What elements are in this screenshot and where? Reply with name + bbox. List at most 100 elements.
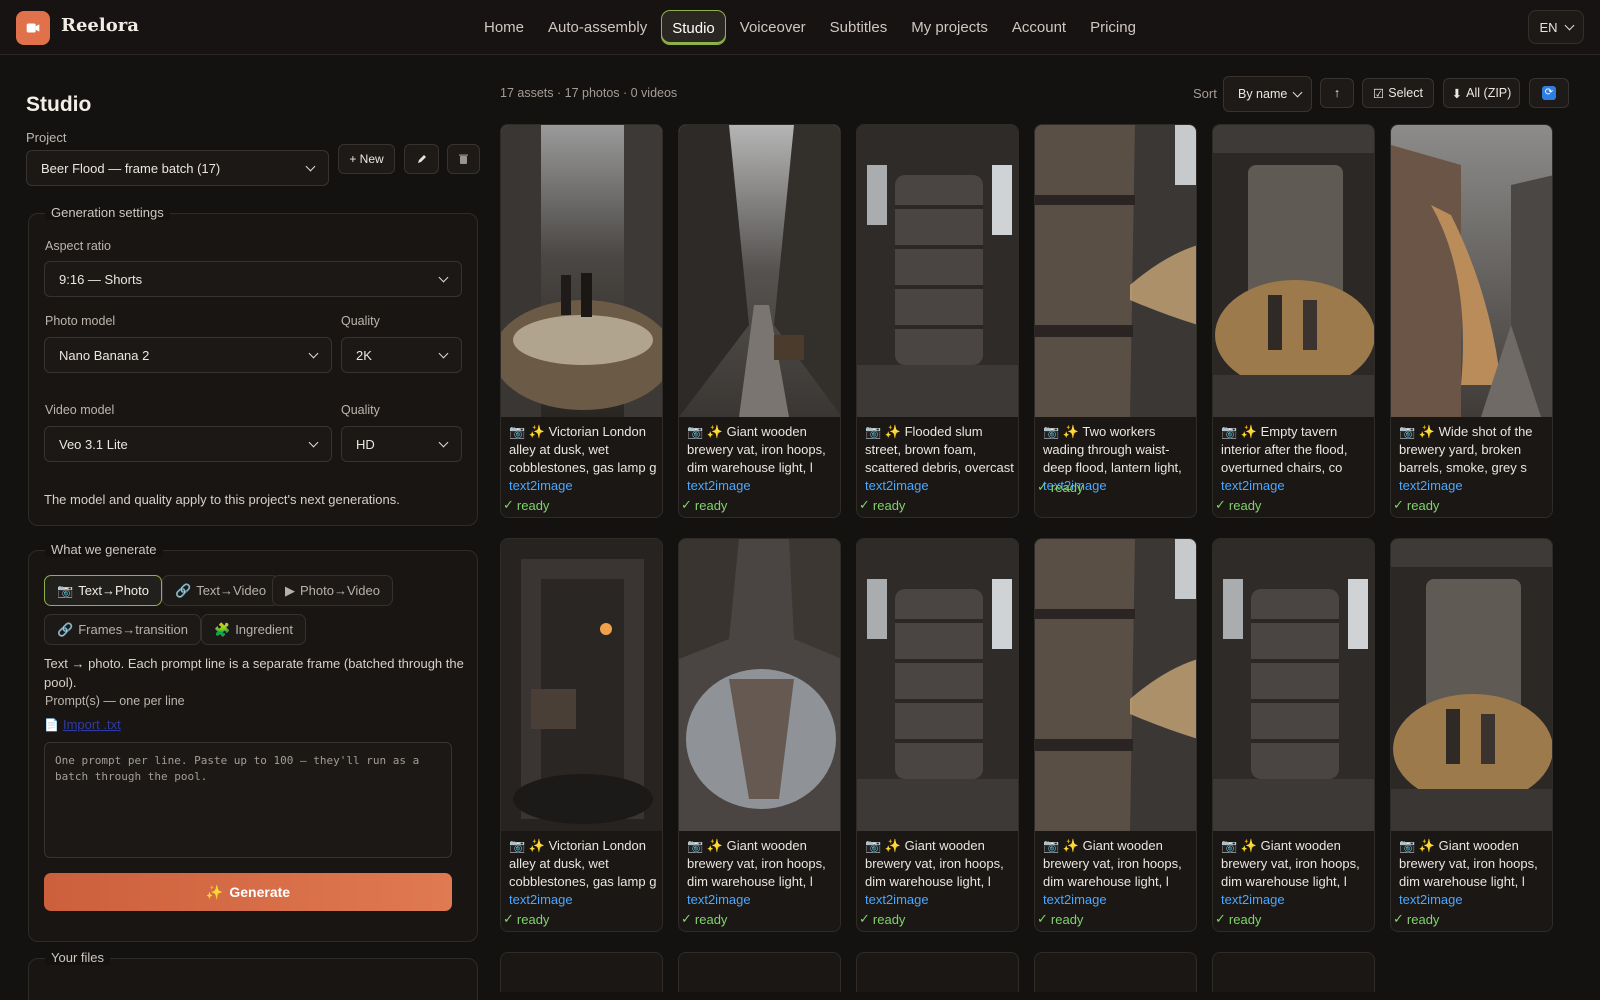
refresh-button[interactable]: ⟳ [1529, 78, 1569, 108]
asset-thumbnail[interactable] [679, 125, 840, 417]
mode-text-to-video[interactable]: 🔗 Text→Video [162, 575, 280, 606]
photo-quality-label: Quality [341, 314, 380, 328]
asset-card[interactable] [678, 952, 841, 992]
sort-value: By name [1238, 87, 1288, 101]
nav-account[interactable]: Account [1002, 10, 1076, 45]
asset-status: ✓ ready [681, 497, 727, 513]
asset-card[interactable]: 📷 ✨ Giant wooden brewery vat, iron hoops… [856, 538, 1019, 932]
asset-thumbnail[interactable] [501, 539, 662, 831]
asset-caption-text: 📷 ✨ Flooded slum street, brown foam, sca… [865, 424, 1014, 475]
select-button[interactable]: ☑ Select [1362, 78, 1434, 108]
nav-studio[interactable]: Studio [661, 10, 726, 45]
link-icon: 🔗 [57, 621, 74, 637]
sort-select[interactable]: By name [1223, 76, 1312, 112]
import-txt[interactable]: 📄 Import .txt [44, 717, 121, 732]
language-select[interactable]: EN [1528, 10, 1584, 44]
photo-model-select[interactable]: Nano Banana 2 [44, 337, 332, 373]
nav-auto-assembly[interactable]: Auto-assembly [538, 10, 657, 45]
asset-card[interactable]: 📷 ✨ Victorian London alley at dusk, wet … [500, 538, 663, 932]
asset-thumbnail[interactable] [857, 125, 1018, 417]
asset-card[interactable] [1212, 952, 1375, 992]
nav-pricing[interactable]: Pricing [1080, 10, 1146, 45]
video-model-label: Video model [45, 403, 115, 417]
mode-label: Text→Video [196, 583, 267, 598]
asset-caption-text: 📷 ✨ Two workers wading through waist-dee… [1043, 424, 1182, 475]
assets-panel: 17 assets · 17 photos · 0 videos Sort By… [500, 56, 1600, 1000]
mode-text-to-photo[interactable]: 📷 Text→Photo [44, 575, 163, 606]
prompt-input[interactable]: One prompt per line. Paste up to 100 — t… [44, 742, 452, 858]
rename-project-button[interactable] [404, 144, 439, 174]
asset-status: ✓ ready [681, 911, 727, 927]
asset-caption-text: 📷 ✨ Giant wooden brewery vat, iron hoops… [865, 838, 1004, 889]
asset-thumbnail[interactable] [1391, 539, 1552, 831]
asset-tag: text2image [687, 892, 751, 907]
asset-caption: 📷 ✨ Giant wooden brewery vat, iron hoops… [1043, 837, 1192, 909]
download-zip-button[interactable]: ⬇ All (ZIP) [1443, 78, 1520, 108]
brand-name[interactable]: Reelora [61, 15, 139, 36]
download-icon: ⬇ [1451, 86, 1463, 101]
asset-thumbnail[interactable] [1213, 125, 1374, 417]
nav-voiceover[interactable]: Voiceover [730, 10, 816, 45]
asset-card[interactable]: 📷 ✨ Empty tavern interior after the floo… [1212, 124, 1375, 518]
asset-tag: text2image [865, 478, 929, 493]
asset-card[interactable]: 📷 ✨ Giant wooden brewery vat, iron hoops… [678, 124, 841, 518]
check-icon: ✓ [503, 497, 514, 512]
what-we-generate-legend: What we generate [45, 542, 163, 557]
asset-card[interactable]: 📷 ✨ Flooded slum street, brown foam, sca… [856, 124, 1019, 518]
logo-icon[interactable] [16, 11, 50, 45]
asset-status-text: ready [1050, 479, 1084, 495]
asset-card[interactable]: 📷 ✨ Two workers wading through waist-dee… [1034, 124, 1197, 518]
asset-caption: 📷 ✨ Giant wooden brewery vat, iron hoops… [1399, 837, 1548, 909]
asset-thumbnail[interactable] [1035, 539, 1196, 831]
asset-thumbnail[interactable] [501, 125, 662, 417]
mode-label: Frames→transition [78, 622, 188, 637]
arrow-up-icon: ↑ [1333, 86, 1341, 100]
mode-frames-transition[interactable]: 🔗 Frames→transition [44, 614, 201, 645]
asset-thumbnail[interactable] [857, 539, 1018, 831]
asset-thumbnail[interactable] [1391, 125, 1552, 417]
asset-card[interactable]: 📷 ✨ Victorian London alley at dusk, wet … [500, 124, 663, 518]
delete-project-button[interactable] [447, 144, 480, 174]
video-model-select[interactable]: Veo 3.1 Lite [44, 426, 332, 462]
photo-quality-select[interactable]: 2K [341, 337, 462, 373]
asset-card[interactable] [856, 952, 1019, 992]
asset-status-text: ready [694, 497, 728, 513]
asset-card[interactable]: 📷 ✨ Giant wooden brewery vat, iron hoops… [1034, 538, 1197, 932]
mode-photo-to-video[interactable]: ▶ Photo→Video [272, 575, 393, 606]
asset-status: ✓ ready [1037, 911, 1083, 927]
asset-thumbnail[interactable] [1035, 125, 1196, 417]
video-quality-select[interactable]: HD [341, 426, 462, 462]
check-icon: ✓ [1393, 497, 1404, 512]
asset-card[interactable]: 📷 ✨ Giant wooden brewery vat, iron hoops… [678, 538, 841, 932]
asset-caption: 📷 ✨ Giant wooden brewery vat, iron hoops… [687, 837, 836, 909]
generate-button[interactable]: ✨ Generate [44, 873, 452, 911]
mode-ingredient[interactable]: 🧩 Ingredient [201, 614, 307, 645]
asset-caption: 📷 ✨ Giant wooden brewery vat, iron hoops… [865, 837, 1014, 909]
asset-status: ✓ ready [859, 911, 905, 927]
select-button-label: Select [1388, 86, 1423, 100]
import-txt-link[interactable]: Import .txt [63, 717, 121, 732]
nav-my-projects[interactable]: My projects [901, 10, 998, 45]
check-icon: ✓ [681, 497, 692, 512]
asset-tag: text2image [687, 478, 751, 493]
asset-thumbnail[interactable] [679, 539, 840, 831]
asset-card[interactable] [1034, 952, 1197, 992]
nav-subtitles[interactable]: Subtitles [820, 10, 898, 45]
asset-card[interactable]: 📷 ✨ Giant wooden brewery vat, iron hoops… [1212, 538, 1375, 932]
chevron-down-icon [438, 348, 449, 358]
asset-card[interactable]: 📷 ✨ Giant wooden brewery vat, iron hoops… [1390, 538, 1553, 932]
asset-caption: 📷 ✨ Victorian London alley at dusk, wet … [509, 423, 658, 495]
new-project-button[interactable]: + New [338, 144, 395, 174]
sort-direction-button[interactable]: ↑ [1320, 78, 1354, 108]
project-label: Project [26, 130, 67, 145]
nav-home[interactable]: Home [474, 10, 534, 45]
project-select[interactable]: Beer Flood — frame batch (17) [26, 150, 329, 186]
mode-label: Text→Photo [78, 583, 150, 598]
asset-thumbnail[interactable] [1213, 539, 1374, 831]
asset-tag: text2image [1399, 892, 1463, 907]
asset-card[interactable] [500, 952, 663, 992]
aspect-ratio-select[interactable]: 9:16 — Shorts [44, 261, 462, 297]
asset-card[interactable]: 📷 ✨ Wide shot of the brewery yard, broke… [1390, 124, 1553, 518]
asset-status-text: ready [872, 497, 906, 513]
file-icon: 📄 [44, 717, 59, 732]
